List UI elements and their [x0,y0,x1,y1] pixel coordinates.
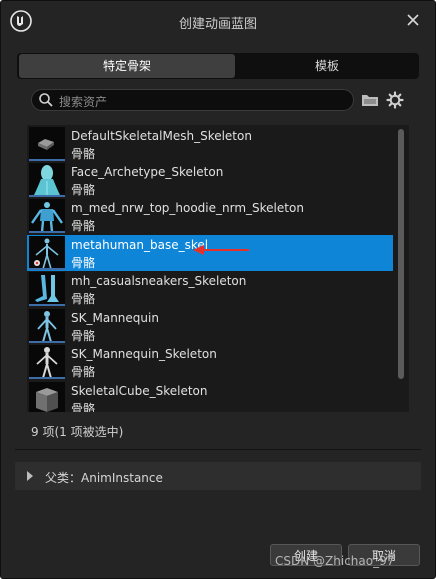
asset-name: metahuman_base_skel [71,238,209,252]
asset-type: 骨骼 [71,329,96,343]
asset-thumbnail [29,199,65,233]
search-placeholder: 搜索资产 [59,95,108,109]
asset-thumbnail [29,345,65,379]
close-icon [407,14,419,26]
search-input[interactable]: 搜索资产 [31,89,354,111]
asset-row-face-archetype[interactable]: Face_Archetype_Skeleton 骨骼 [27,162,393,198]
divider [15,449,421,450]
asset-thumbnail [29,236,65,270]
asset-name: SkeletalCube_Skeleton [71,384,208,398]
asset-type: 骨骼 [71,402,96,412]
asset-row-hoodie[interactable]: m_med_nrw_top_hoodie_nrm_Skeleton 骨骼 [27,198,393,234]
create-anim-blueprint-dialog: 创建动画蓝图 特定骨架 模板 搜索资产 DefaultSkeletalMesh_… [0,0,436,579]
tab-specific-skeleton[interactable]: 特定骨架 [19,54,235,78]
asset-row-defaultskeletalmesh[interactable]: DefaultSkeletalMesh_Skeleton 骨骼 [27,126,393,162]
asset-name: mh_casualsneakers_Skeleton [71,274,247,288]
close-button[interactable] [403,10,423,30]
chevron-right-icon [27,471,33,481]
tab-bar: 特定骨架 模板 [17,53,419,79]
tab-template[interactable]: 模板 [237,54,417,78]
folder-icon[interactable] [361,91,379,109]
list-scrollbar[interactable] [398,129,404,379]
asset-type: 骨骼 [71,365,96,379]
asset-name: SK_Mannequin [71,311,159,325]
asset-row-skeletalcube[interactable]: SkeletalCube_Skeleton 骨骼 [27,381,393,412]
asset-row-sk-mannequin-skeleton[interactable]: SK_Mannequin_Skeleton 骨骼 [27,344,393,380]
asset-type: 骨骼 [71,292,96,306]
asset-name: DefaultSkeletalMesh_Skeleton [71,129,252,143]
asset-thumbnail [29,272,65,306]
asset-thumbnail [29,127,65,161]
asset-type: 骨骼 [71,147,96,161]
asset-name: m_med_nrw_top_hoodie_nrm_Skeleton [71,201,304,215]
asset-list[interactable]: DefaultSkeletalMesh_Skeleton 骨骼 Face_Arc… [27,125,409,412]
watermark-text: CSDN @Zhichao_97 [275,554,395,568]
asset-thumbnail [29,309,65,343]
dialog-title: 创建动画蓝图 [178,17,257,32]
asset-row-casualsneakers[interactable]: mh_casualsneakers_Skeleton 骨骼 [27,271,393,307]
asset-row-metahuman-base-skel[interactable]: metahuman_base_skel 骨骼 [27,235,393,271]
annotation-arrow-icon [193,245,249,255]
search-icon [39,93,53,107]
asset-type: 骨骼 [71,183,96,197]
asset-thumbnail [29,382,65,412]
parent-class-label: 父类：AnimInstance [45,471,163,485]
parent-class-section[interactable]: 父类：AnimInstance [15,462,421,490]
item-count-label: 9 项(1 项被选中) [31,425,124,439]
gear-icon[interactable] [386,91,404,109]
asset-type: 骨骼 [71,256,96,270]
asset-thumbnail [29,163,65,197]
asset-name: Face_Archetype_Skeleton [71,165,224,179]
title-bar: 创建动画蓝图 [1,1,435,41]
asset-row-sk-mannequin[interactable]: SK_Mannequin 骨骼 [27,308,393,344]
asset-name: SK_Mannequin_Skeleton [71,347,217,361]
asset-type: 骨骼 [71,219,96,233]
